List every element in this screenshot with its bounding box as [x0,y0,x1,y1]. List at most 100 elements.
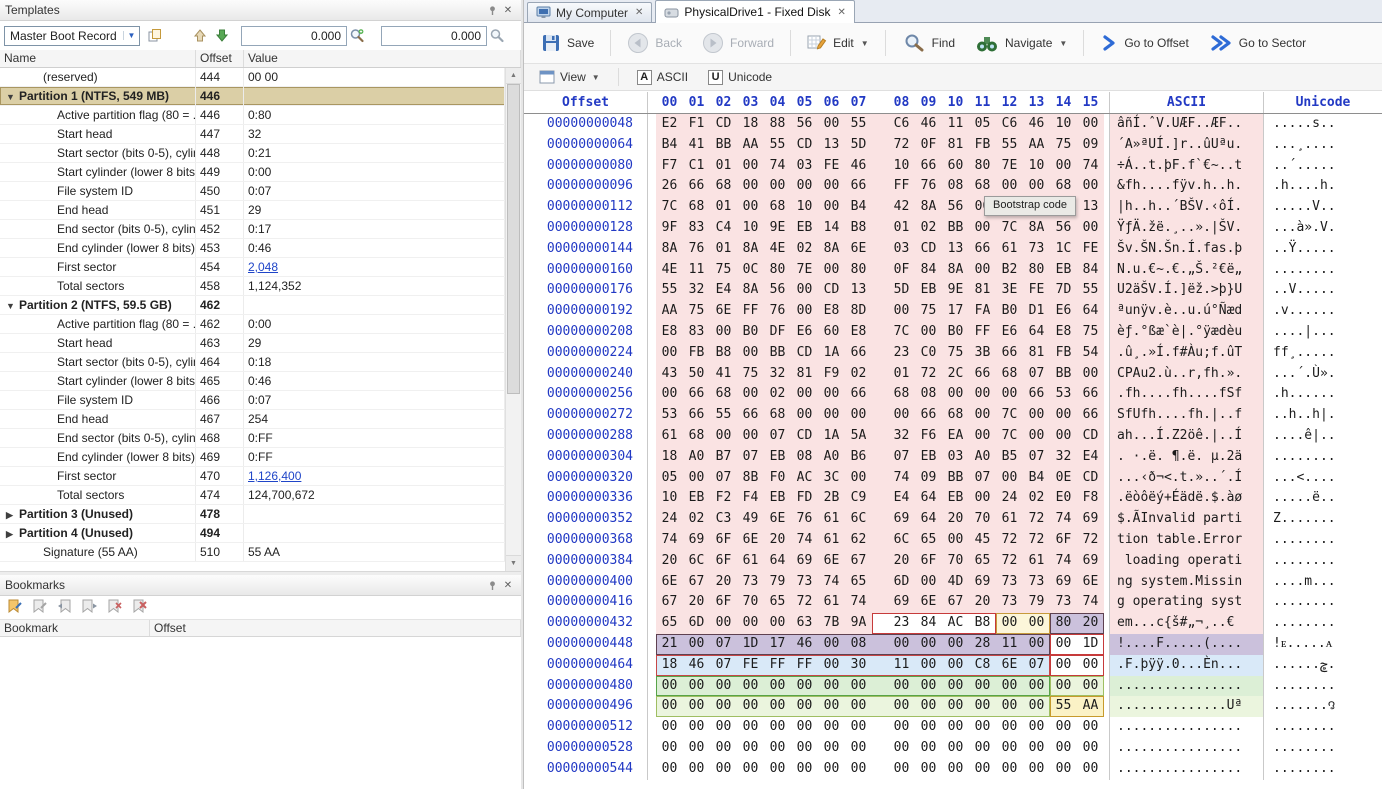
hex-byte[interactable]: 10 [656,488,683,509]
hex-byte[interactable]: 00 [656,696,683,717]
hex-byte[interactable]: 13 [818,135,845,156]
hex-byte[interactable]: 32 [1050,447,1077,468]
hex-byte[interactable]: 3B [969,343,996,364]
hex-byte[interactable]: 68 [683,426,710,447]
column-header-bookmark-offset[interactable]: Offset [150,620,521,636]
hex-byte[interactable]: 07 [710,468,737,489]
hex-byte[interactable]: B0 [996,301,1023,322]
hex-byte[interactable]: 00 [737,156,764,177]
hex-byte[interactable]: F4 [737,488,764,509]
hex-byte[interactable]: 07 [737,447,764,468]
hex-byte[interactable]: 00 [764,759,791,780]
field-value[interactable] [244,524,505,542]
hex-byte[interactable]: 74 [791,530,818,551]
hex-byte[interactable]: 76 [764,301,791,322]
hex-byte[interactable]: B4 [845,197,872,218]
hex-byte[interactable]: 00 [996,468,1023,489]
hex-byte[interactable]: 1A [818,343,845,364]
hex-byte[interactable]: 61 [996,239,1023,260]
hex-byte[interactable]: CD [791,135,818,156]
hex-byte[interactable]: 00 [969,717,996,738]
hex-byte[interactable]: 61 [656,426,683,447]
hex-byte[interactable]: 18 [656,447,683,468]
ascii-cell[interactable]: SfUfh....fh.|..f [1110,405,1264,426]
copy-template-button[interactable] [143,26,167,46]
hex-byte[interactable]: FB [683,343,710,364]
hex-byte[interactable]: 00 [1077,676,1104,697]
template-field-row[interactable]: Total sectors 458 1,124,352 [0,277,505,296]
unicode-cell[interactable]: ...´.Ù». [1264,364,1382,385]
hex-byte[interactable]: 65 [845,572,872,593]
hex-byte[interactable]: C6 [872,114,915,135]
hex-byte[interactable]: 79 [1023,592,1050,613]
hex-byte[interactable]: 46 [915,114,942,135]
hex-byte[interactable]: 20 [764,530,791,551]
hex-byte[interactable]: 00 [710,738,737,759]
template-field-row[interactable]: First sector 470 1,126,400 [0,467,505,486]
hex-byte[interactable]: 00 [1050,426,1077,447]
hex-bytes[interactable]: 6168000007CD1A5A32F6EA007C0000CD [648,426,1110,447]
hex-byte[interactable]: 00 [996,738,1023,759]
template-field-row[interactable]: (reserved) 444 00 00 [0,68,505,87]
hex-byte[interactable]: B4 [1023,468,1050,489]
template-field-row[interactable]: End sector (bits 0-5), cylin... 452 0:17 [0,220,505,239]
tree-expander-icon[interactable]: ▼ [6,297,19,314]
hex-byte[interactable]: 55 [996,135,1023,156]
hex-byte[interactable]: 7E [791,260,818,281]
tree-expander-icon[interactable]: ▼ [6,88,19,105]
hex-byte[interactable]: 73 [791,572,818,593]
hex-row[interactable]: 00000000320 0500078BF0AC3C007409BB0700B4… [524,468,1382,489]
hex-byte[interactable]: 07 [710,655,737,676]
hex-byte[interactable]: 00 [656,738,683,759]
remove-bookmark-button[interactable] [107,599,123,616]
hex-byte[interactable]: 7C [996,405,1023,426]
template-field-row[interactable]: Signature (55 AA) 510 55 AA [0,543,505,562]
hex-byte[interactable]: F6 [915,426,942,447]
tree-expander-icon[interactable]: ▶ [6,525,19,542]
hex-byte[interactable]: 00 [683,634,710,655]
unicode-cell[interactable]: .v...... [1264,301,1382,322]
field-value[interactable]: 0:07 [244,391,505,409]
hex-byte[interactable]: 03 [791,156,818,177]
hex-byte[interactable]: 00 [737,717,764,738]
unicode-cell[interactable]: ........ [1264,613,1382,634]
unicode-cell[interactable]: ..´..... [1264,156,1382,177]
hex-byte[interactable]: 55 [656,280,683,301]
hex-byte[interactable]: 65 [656,613,683,634]
hex-byte[interactable]: F7 [656,156,683,177]
hex-byte[interactable]: 00 [737,738,764,759]
hex-byte[interactable]: 66 [845,176,872,197]
hex-byte[interactable]: 3C [818,468,845,489]
find-button[interactable]: Find [893,28,964,58]
hex-byte[interactable]: F8 [1077,488,1104,509]
hex-byte[interactable]: 46 [683,655,710,676]
hex-byte[interactable]: E6 [791,322,818,343]
hex-byte[interactable]: EA [942,426,969,447]
field-value[interactable] [244,505,505,523]
hex-row[interactable]: 00000000528 0000000000000000000000000000… [524,738,1382,759]
hex-byte[interactable]: 41 [710,364,737,385]
hex-byte[interactable]: FE [1023,280,1050,301]
hex-byte[interactable]: 80 [1050,613,1077,634]
hex-byte[interactable]: 00 [1023,717,1050,738]
hex-bytes[interactable]: AA756EFF7600E88D007517FAB0D1E664 [648,301,1110,322]
hex-byte[interactable]: 14 [818,218,845,239]
hex-byte[interactable]: 0F [915,135,942,156]
ascii-cell[interactable]: Šv.ŠN.Šn.Í.fas.þ [1110,239,1264,260]
hex-byte[interactable]: FB [969,135,996,156]
hex-byte[interactable]: 68 [710,384,737,405]
hex-byte[interactable]: 6E [915,592,942,613]
unicode-cell[interactable]: ff¸..... [1264,343,1382,364]
hex-byte[interactable]: 02 [845,364,872,385]
hex-byte[interactable]: 00 [683,738,710,759]
hex-byte[interactable]: 32 [764,364,791,385]
hex-byte[interactable]: FE [1077,239,1104,260]
hex-byte[interactable]: E0 [1050,488,1077,509]
goto-offset-button[interactable]: Go to Offset [1091,30,1197,56]
hex-bytes[interactable]: 000000000000000000000000000055AA [648,696,1110,717]
hex-byte[interactable]: 00 [1023,696,1050,717]
hex-byte[interactable]: 00 [1077,218,1104,239]
ascii-cell[interactable]: ŸƒÄ.žë.¸..».|ŠV. [1110,218,1264,239]
hex-byte[interactable]: 7C [656,197,683,218]
hex-byte[interactable]: 67 [683,572,710,593]
